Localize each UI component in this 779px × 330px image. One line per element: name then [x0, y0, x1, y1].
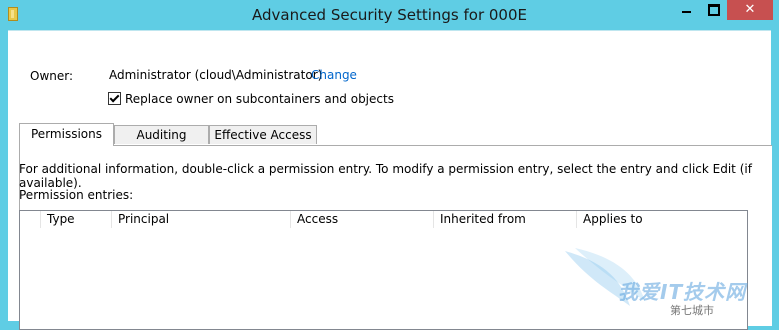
- tab-permissions[interactable]: Permissions: [19, 123, 114, 146]
- close-icon: ✕: [744, 2, 756, 17]
- column-header-applies-to[interactable]: Applies to: [577, 211, 749, 228]
- minimize-button[interactable]: [673, 0, 700, 20]
- column-header-inherited-from[interactable]: Inherited from: [434, 211, 577, 228]
- tab-auditing[interactable]: Auditing: [114, 125, 209, 144]
- title-bar[interactable]: Advanced Security Settings for 000E ✕: [0, 0, 779, 30]
- column-header-access[interactable]: Access: [291, 211, 434, 228]
- owner-value: Administrator (cloud\Administrator): [109, 68, 323, 82]
- watermark: 我爱IT技术网 第七城市: [560, 246, 775, 318]
- minimize-icon: [682, 10, 691, 13]
- change-owner-link[interactable]: Change: [311, 68, 357, 82]
- replace-owner-label: Replace owner on subcontainers and objec…: [125, 92, 394, 106]
- column-header-icon[interactable]: [20, 211, 41, 228]
- close-button[interactable]: ✕: [727, 0, 773, 20]
- permission-entries-label: Permission entries:: [19, 188, 134, 202]
- maximize-icon: [707, 3, 720, 16]
- replace-owner-checkbox[interactable]: [108, 92, 121, 105]
- info-text: For additional information, double-click…: [19, 162, 752, 190]
- watermark-text: 我爱IT技术网: [618, 280, 747, 304]
- owner-label: Owner:: [30, 69, 74, 83]
- tab-effective-access[interactable]: Effective Access: [209, 125, 317, 144]
- watermark-subtext: 第七城市: [670, 304, 714, 317]
- replace-owner-option[interactable]: Replace owner on subcontainers and objec…: [108, 92, 394, 106]
- maximize-button[interactable]: [700, 0, 727, 20]
- window-title: Advanced Security Settings for 000E: [251, 6, 528, 24]
- column-header-principal[interactable]: Principal: [112, 211, 291, 228]
- list-header: Type Principal Access Inherited from App…: [20, 211, 747, 228]
- column-header-type[interactable]: Type: [41, 211, 112, 228]
